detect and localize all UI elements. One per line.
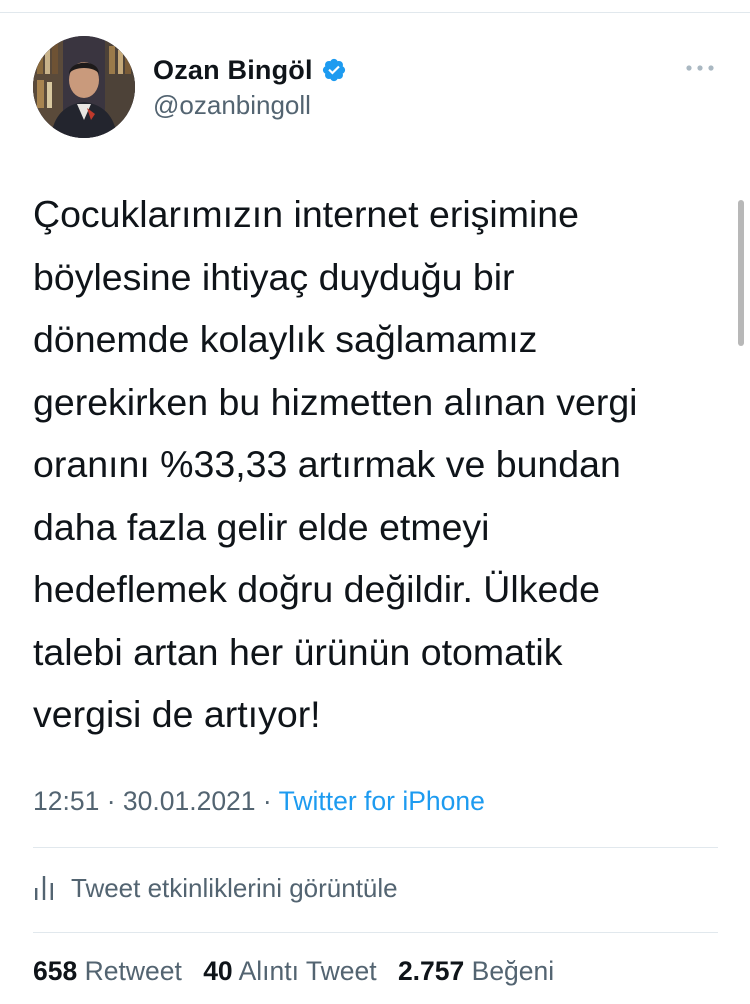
tweet-line: gerekirken bu hizmetten alınan vergi	[33, 380, 638, 423]
tweet-line: oranını %33,33 artırmak ve bundan	[33, 443, 621, 485]
tweet-activity-link[interactable]: Tweet etkinliklerini görüntüle	[33, 868, 398, 908]
tweet-activity-label: Tweet etkinliklerini görüntüle	[71, 872, 398, 903]
tweet-line: böylesine ihtiyaç duyduğu bir	[33, 255, 515, 298]
tweet-source-link[interactable]: Twitter for iPhone	[279, 786, 485, 816]
retweets-count: 658	[33, 956, 78, 986]
top-divider	[0, 12, 750, 13]
likes-label: Beğeni	[471, 956, 555, 986]
retweets-label: Retweet	[84, 956, 182, 986]
tweet-time[interactable]: 12:51	[33, 786, 99, 816]
scrollbar[interactable]	[738, 200, 744, 346]
tweet-stats: 658 Retweet 40 Alıntı Tweet 2.757 Beğeni	[33, 956, 554, 987]
divider	[33, 932, 718, 933]
verified-badge-icon	[322, 58, 345, 82]
divider	[33, 847, 718, 848]
quotes-count: 40	[203, 956, 233, 986]
tweet-line: dönemde kolaylık sağlamamız	[33, 318, 538, 360]
likes-stat[interactable]: 2.757 Beğeni	[398, 956, 554, 986]
retweets-stat[interactable]: 658 Retweet	[33, 956, 182, 986]
tweet-date[interactable]: 30.01.2021	[123, 786, 256, 816]
meta-separator: ·	[106, 786, 116, 816]
tweet-meta: 12:51 · 30.01.2021 · Twitter for iPhone	[33, 786, 485, 817]
likes-count: 2.757	[397, 956, 465, 986]
avatar[interactable]	[33, 36, 135, 138]
author-name-row: Ozan Bingöl	[153, 52, 347, 88]
tweet-line: Çocuklarımızın internet erişimine	[33, 193, 580, 235]
profile-photo	[33, 36, 135, 138]
tweet-line: talebi artan her ürünün otomatik	[33, 630, 563, 673]
author-handle[interactable]: @ozanbingoll	[153, 90, 311, 121]
more-options-icon[interactable]	[684, 56, 716, 80]
tweet-line: hedeflemek doğru değildir. Ülkede	[33, 568, 601, 610]
meta-separator: ·	[262, 786, 272, 816]
analytics-bars-icon	[35, 876, 53, 900]
author-name[interactable]: Ozan Bingöl	[153, 55, 313, 86]
quotes-label: Alıntı Tweet	[238, 956, 377, 986]
quotes-stat[interactable]: 40 Alıntı Tweet	[203, 956, 376, 986]
tweet-line: vergisi de artıyor!	[33, 693, 321, 735]
tweet-text: Çocuklarımızın internet erişimine böyles…	[33, 183, 723, 746]
tweet-line: daha fazla gelir elde etmeyi	[33, 505, 490, 548]
